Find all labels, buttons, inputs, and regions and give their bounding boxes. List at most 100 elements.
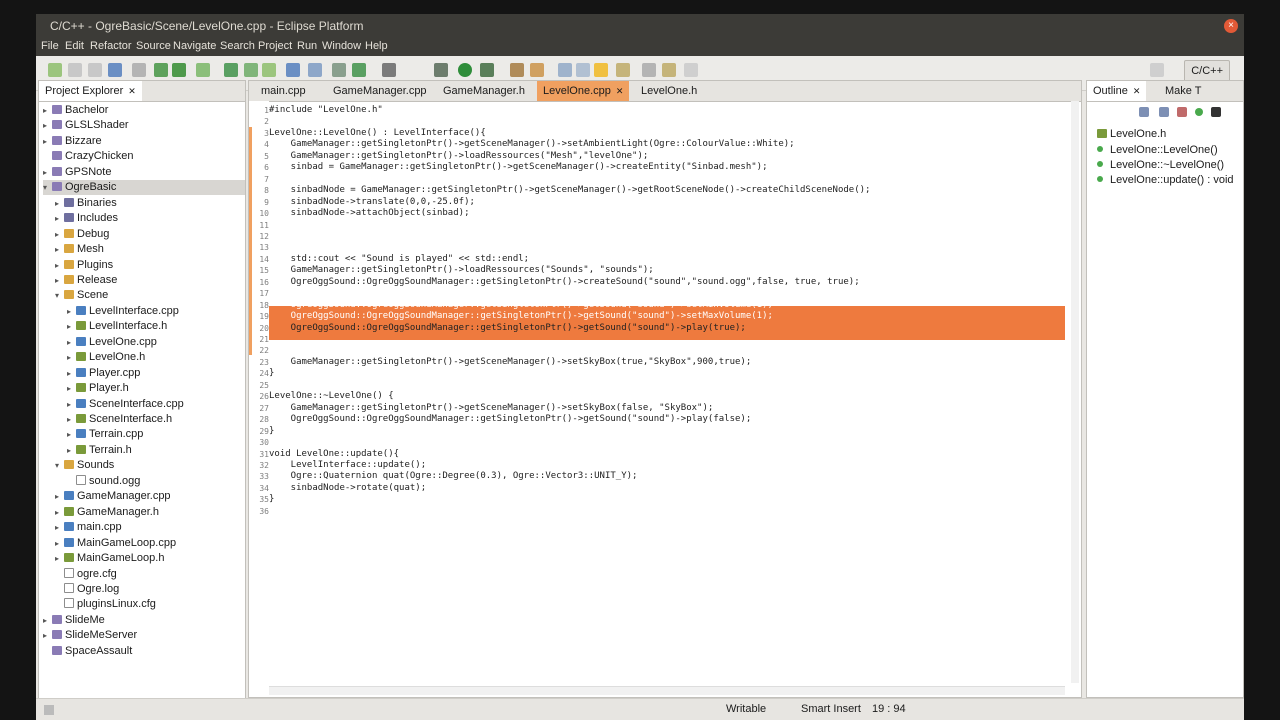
new-class-icon[interactable] [286,63,300,77]
tree-item[interactable]: ▸ Bizzare [43,134,102,149]
menu-help[interactable]: Help [365,40,388,52]
expand-toggle-icon[interactable]: ▸ [67,350,76,365]
tree-item[interactable]: ▸ SlideMeServer [43,628,137,643]
tree-item[interactable]: ▾ Scene [55,288,108,303]
tree-item[interactable]: SpaceAssault [43,644,132,659]
expand-toggle-icon[interactable]: ▸ [67,397,76,412]
tab-gamemanager-h[interactable]: GameManager.h [437,81,531,101]
new-icon[interactable] [48,63,62,77]
expand-toggle-icon[interactable]: ▸ [55,258,64,273]
tree-item[interactable]: Ogre.log [55,582,119,597]
expand-toggle-icon[interactable]: ▸ [67,319,76,334]
expand-toggle-icon[interactable]: ▸ [43,103,52,118]
tree-item[interactable]: ▸ Debug [55,227,109,242]
toggle-block-icon[interactable] [576,63,590,77]
cut-icon[interactable] [132,63,146,77]
open-perspective-icon[interactable] [1150,63,1164,77]
highlight-icon[interactable] [594,63,608,77]
tree-item[interactable]: ▸ main.cpp [55,520,122,535]
expand-toggle-icon[interactable]: ▸ [43,628,52,643]
tools-icon[interactable] [434,63,448,77]
annotation-icon[interactable] [530,63,544,77]
run-ext-icon[interactable] [480,63,494,77]
expand-toggle-icon[interactable]: ▸ [67,412,76,427]
hide-macros-icon[interactable] [1211,107,1221,117]
tab-gamemanager-cpp[interactable]: GameManager.cpp [327,81,433,101]
tree-item[interactable]: sound.ogg [67,474,140,489]
menu-project[interactable]: Project [258,40,292,52]
tree-item[interactable]: ▾ OgreBasic [43,180,245,196]
close-tab-icon[interactable]: ✕ [616,86,624,96]
debug-icon[interactable] [382,63,396,77]
tree-item[interactable]: ▸ Release [55,273,117,288]
expand-toggle-icon[interactable]: ▸ [55,520,64,535]
open-type-icon[interactable] [332,63,346,77]
close-tab-icon[interactable]: ✕ [1133,86,1141,96]
check-icon[interactable] [196,63,210,77]
tree-item[interactable]: ogre.cfg [55,567,117,582]
menu-run[interactable]: Run [297,40,317,52]
tree-item[interactable]: ▸ LevelOne.cpp [67,335,157,350]
save-icon[interactable] [68,63,82,77]
run-icon[interactable] [458,63,472,77]
expand-toggle-icon[interactable]: ▾ [55,288,64,303]
tree-item[interactable]: ▸ Plugins [55,258,113,273]
tree-item[interactable]: ▸ Player.cpp [67,366,140,381]
tree-item[interactable]: ▸ Player.h [67,381,129,396]
expand-toggle-icon[interactable]: ▸ [43,118,52,133]
menu-file[interactable]: File [41,40,59,52]
expand-toggle-icon[interactable]: ▸ [67,427,76,442]
tree-item[interactable]: ▸ Binaries [55,196,117,211]
close-window-button[interactable]: × [1224,19,1238,33]
tree-item[interactable]: ▸ SlideMe [43,613,105,628]
menu-search[interactable]: Search [220,40,255,52]
tab-outline[interactable]: Outline ✕ [1087,81,1147,101]
prev-edit-icon[interactable] [642,63,656,77]
expand-toggle-icon[interactable]: ▸ [67,443,76,458]
menu-source[interactable]: Source [136,40,171,52]
refresh-icon[interactable] [224,63,238,77]
tab-make-targets[interactable]: Make T [1159,81,1207,101]
expand-toggle-icon[interactable]: ▾ [43,180,52,195]
print-icon[interactable] [108,63,122,77]
new-folder-icon[interactable] [308,63,322,77]
tree-item[interactable]: ▸ SceneInterface.cpp [67,397,184,412]
tree-item[interactable]: ▾ Sounds [55,458,114,473]
tree-item[interactable]: ▸ GameManager.h [55,505,159,520]
code-text[interactable]: #include "LevelOne.h" LevelOne::LevelOne(… [269,101,1069,685]
tree-item[interactable]: ▸ LevelInterface.cpp [67,304,179,319]
outline-item-update[interactable]: LevelOne::update() : void [1097,173,1234,188]
expand-toggle-icon[interactable]: ▸ [55,505,64,520]
vertical-scrollbar[interactable] [1071,101,1079,683]
expand-toggle-icon[interactable]: ▸ [55,211,64,226]
build-all-icon[interactable] [172,63,186,77]
menu-edit[interactable]: Edit [65,40,84,52]
expand-toggle-icon[interactable]: ▸ [55,489,64,504]
tree-item[interactable]: ▸ GLSLShader [43,118,129,133]
outline-item-constructor[interactable]: LevelOne::LevelOne() [1097,143,1218,158]
tab-project-explorer[interactable]: Project Explorer ✕ [39,81,142,101]
build-icon[interactable] [154,63,168,77]
expand-toggle-icon[interactable]: ▸ [55,551,64,566]
tree-item[interactable]: ▸ Mesh [55,242,104,257]
expand-toggle-icon[interactable]: ▸ [67,335,76,350]
outline-item-destructor[interactable]: LevelOne::~LevelOne() [1097,158,1224,173]
next-annotation-icon[interactable] [616,63,630,77]
sort-icon[interactable] [1139,107,1149,117]
tab-main-cpp[interactable]: main.cpp [255,81,312,101]
expand-toggle-icon[interactable]: ▸ [55,242,64,257]
import-icon[interactable] [262,63,276,77]
tree-item[interactable]: ▸ LevelInterface.h [67,319,167,334]
menu-navigate[interactable]: Navigate [173,40,216,52]
tree-item[interactable]: pluginsLinux.cfg [55,597,156,612]
save-all-icon[interactable] [88,63,102,77]
perspective-button[interactable]: C/C++ [1184,60,1230,82]
expand-toggle-icon[interactable]: ▸ [43,134,52,149]
toggle-mark-icon[interactable] [558,63,572,77]
outline-item-include[interactable]: LevelOne.h [1097,127,1166,142]
menu-window[interactable]: Window [322,40,361,52]
tree-item[interactable]: ▸ LevelOne.h [67,350,145,365]
expand-toggle-icon[interactable]: ▸ [43,165,52,180]
search-icon[interactable] [510,63,524,77]
expand-toggle-icon[interactable]: ▸ [55,196,64,211]
